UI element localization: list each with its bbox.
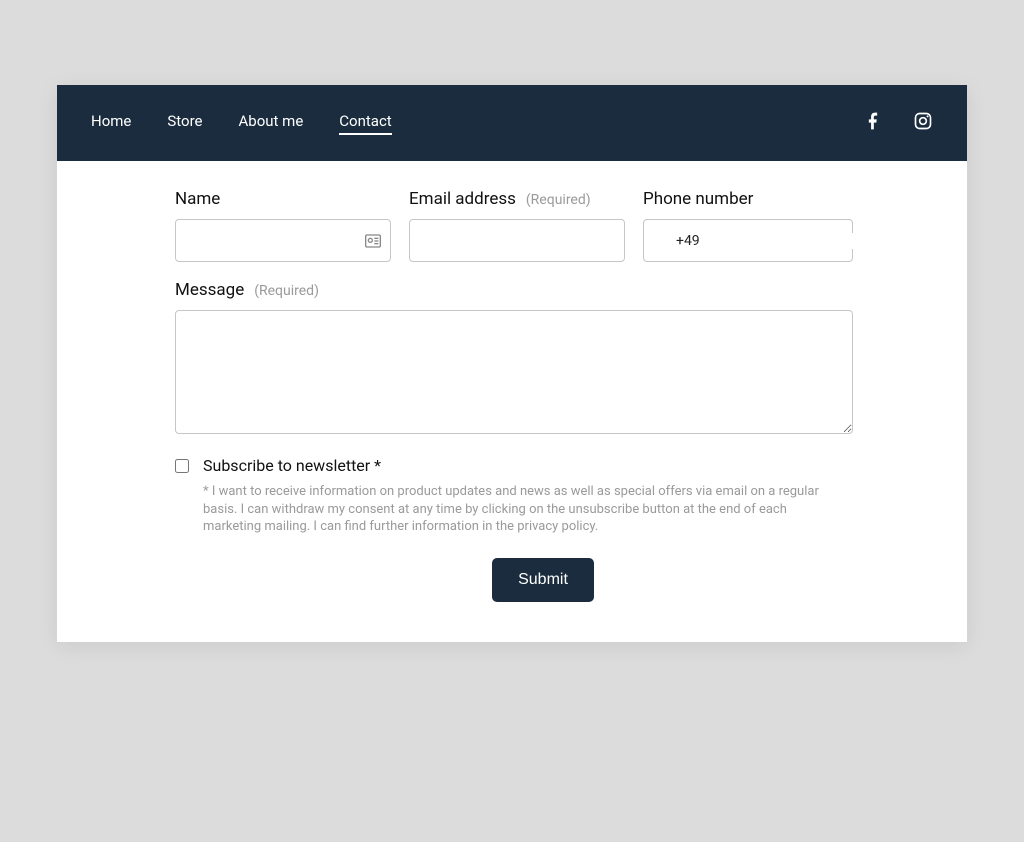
nav-home[interactable]: Home bbox=[91, 112, 131, 135]
phone-input-wrap: +49 bbox=[643, 219, 853, 262]
facebook-link[interactable] bbox=[863, 111, 883, 135]
page-container: Home Store About me Contact Name bbox=[57, 85, 967, 642]
contact-card-icon bbox=[365, 234, 381, 248]
phone-input[interactable] bbox=[708, 233, 889, 249]
instagram-icon bbox=[913, 111, 933, 131]
site-header: Home Store About me Contact bbox=[57, 85, 967, 161]
name-label: Name bbox=[175, 189, 220, 209]
nav-about-me[interactable]: About me bbox=[239, 112, 304, 135]
email-input[interactable] bbox=[409, 219, 625, 262]
facebook-icon bbox=[863, 111, 883, 131]
instagram-link[interactable] bbox=[913, 111, 933, 135]
email-required-hint: (Required) bbox=[526, 192, 591, 208]
nav-contact[interactable]: Contact bbox=[339, 112, 391, 135]
message-textarea[interactable] bbox=[175, 310, 853, 434]
name-field-group: Name bbox=[175, 189, 391, 262]
message-label: Message bbox=[175, 280, 244, 300]
name-input[interactable] bbox=[175, 219, 391, 262]
newsletter-checkbox[interactable] bbox=[175, 459, 189, 473]
phone-field-group: Phone number +49 bbox=[643, 189, 853, 262]
main-nav: Home Store About me Contact bbox=[91, 112, 392, 135]
email-field-group: Email address (Required) bbox=[409, 189, 625, 262]
social-links bbox=[863, 111, 933, 135]
newsletter-fineprint: * I want to receive information on produ… bbox=[203, 483, 823, 536]
nav-store[interactable]: Store bbox=[167, 112, 202, 135]
contact-form: Name Email address (Required) Phone numb… bbox=[57, 161, 967, 642]
newsletter-label: Subscribe to newsletter * bbox=[203, 456, 381, 475]
newsletter-row: Subscribe to newsletter * bbox=[175, 456, 911, 475]
phone-prefix: +49 bbox=[676, 233, 700, 249]
email-label: Email address bbox=[409, 189, 516, 209]
submit-button[interactable]: Submit bbox=[492, 558, 594, 602]
message-field-group: Message (Required) bbox=[175, 280, 853, 434]
message-required-hint: (Required) bbox=[254, 283, 319, 299]
phone-label: Phone number bbox=[643, 189, 753, 209]
